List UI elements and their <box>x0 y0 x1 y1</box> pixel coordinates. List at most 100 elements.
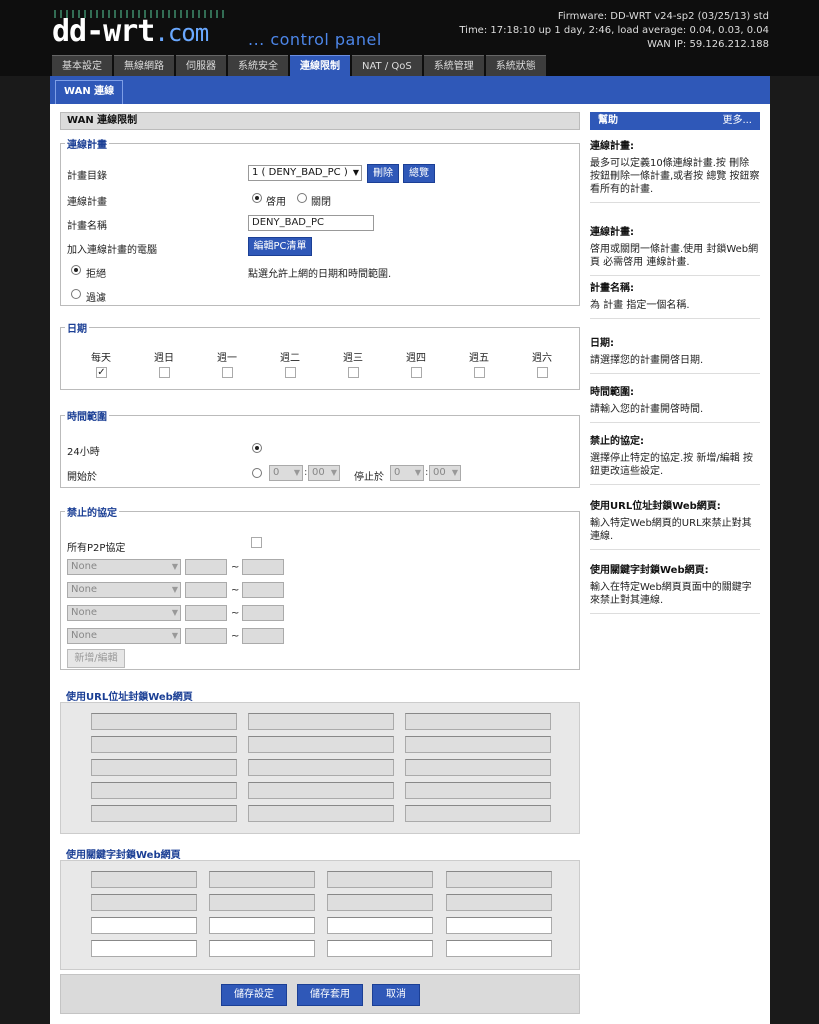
keyword-input[interactable] <box>91 917 197 934</box>
keyword-input[interactable] <box>209 940 315 957</box>
day-label: 週一 <box>217 353 237 364</box>
keyword-input[interactable] <box>91 940 197 957</box>
subtab-wan-access[interactable]: WAN 連線 <box>55 80 124 104</box>
disable-label: 關閉 <box>311 197 331 208</box>
day-checkbox[interactable] <box>222 367 233 378</box>
tab-setup[interactable]: 基本設定 <box>52 55 112 76</box>
summary-button[interactable]: 總覽 <box>403 164 435 183</box>
edit-pc-list-button[interactable]: 編輯PC清單 <box>248 237 312 256</box>
filter-label: 過濾 <box>86 293 106 304</box>
tab-wireless[interactable]: 無線網路 <box>114 55 174 76</box>
stop-minute-select[interactable]: 00 ▼ <box>429 465 461 481</box>
help-section-title: 日期: <box>590 338 614 349</box>
profile-select-value: 1 ( DENY_BAD_PC ) <box>252 167 348 178</box>
tab-services[interactable]: 伺服器 <box>176 55 226 76</box>
keyword-input[interactable] <box>209 871 315 888</box>
url-input[interactable] <box>248 805 394 822</box>
apply-settings-button[interactable]: 儲存套用 <box>297 984 363 1006</box>
url-input[interactable] <box>91 805 237 822</box>
keyword-input[interactable] <box>327 917 433 934</box>
keyword-input[interactable] <box>91 894 197 911</box>
h24-radio[interactable] <box>252 443 262 453</box>
keyword-input[interactable] <box>209 894 315 911</box>
time-colon: : <box>425 467 429 478</box>
day-label: 週二 <box>280 353 300 364</box>
service-select[interactable]: None ▼ <box>67 582 181 598</box>
cancel-button[interactable]: 取消 <box>372 984 420 1006</box>
help-section-title: 連線計畫: <box>590 227 634 238</box>
url-input[interactable] <box>405 782 551 799</box>
delete-button[interactable]: 刪除 <box>367 164 399 183</box>
url-input[interactable] <box>248 713 394 730</box>
keyword-input[interactable] <box>209 917 315 934</box>
url-input[interactable] <box>91 736 237 753</box>
url-input[interactable] <box>91 713 237 730</box>
service-select[interactable]: None ▼ <box>67 628 181 644</box>
disable-radio[interactable] <box>297 193 307 203</box>
port-end-input[interactable] <box>242 605 284 621</box>
url-input[interactable] <box>91 782 237 799</box>
start-minute-select[interactable]: 00 ▼ <box>308 465 340 481</box>
add-edit-service-button[interactable]: 新增/編輯 <box>67 649 125 668</box>
url-input[interactable] <box>405 805 551 822</box>
port-end-input[interactable] <box>242 628 284 644</box>
keyword-input[interactable] <box>446 940 552 957</box>
stop-hour-select[interactable]: 0 ▼ <box>390 465 424 481</box>
url-input[interactable] <box>91 759 237 776</box>
url-input[interactable] <box>248 782 394 799</box>
day-checkbox[interactable] <box>474 367 485 378</box>
keyword-input[interactable] <box>446 894 552 911</box>
url-input[interactable] <box>405 713 551 730</box>
chevron-down-icon: ▼ <box>414 468 421 477</box>
profile-select[interactable]: 1 ( DENY_BAD_PC ) ▼ <box>248 165 362 181</box>
policy-name-input[interactable]: DENY_BAD_PC <box>248 215 374 231</box>
tab-nat-qos[interactable]: NAT / QoS <box>352 55 422 76</box>
subtab-bar: WAN 連線 <box>50 76 770 104</box>
day-checkbox[interactable]: ✓ <box>96 367 107 378</box>
keyword-input[interactable] <box>327 940 433 957</box>
day-checkbox[interactable] <box>159 367 170 378</box>
tab-administration[interactable]: 系統管理 <box>423 55 484 76</box>
tab-access-restrictions[interactable]: 連線限制 <box>290 55 350 76</box>
url-input[interactable] <box>405 759 551 776</box>
url-input[interactable] <box>405 736 551 753</box>
port-start-input[interactable] <box>185 605 227 621</box>
filter-radio[interactable] <box>71 289 81 299</box>
port-start-input[interactable] <box>185 628 227 644</box>
chevron-down-icon: ▼ <box>352 168 359 177</box>
port-end-input[interactable] <box>242 582 284 598</box>
help-section-body: 為 計畫 指定一個名稱. <box>590 300 690 311</box>
day-checkbox[interactable] <box>285 367 296 378</box>
start-hour-select[interactable]: 0 ▼ <box>269 465 303 481</box>
keyword-input[interactable] <box>327 871 433 888</box>
url-input[interactable] <box>248 736 394 753</box>
service-select[interactable]: None ▼ <box>67 605 181 621</box>
port-start-input[interactable] <box>185 559 227 575</box>
enable-radio[interactable] <box>252 193 262 203</box>
service-select[interactable]: None ▼ <box>67 559 181 575</box>
port-start-input[interactable] <box>185 582 227 598</box>
range-separator: ~ <box>231 608 240 619</box>
day-checkbox[interactable] <box>411 367 422 378</box>
ddwrt-logo[interactable]: dd-wrt.com <box>52 10 242 49</box>
url-block-title: 使用URL位址封鎖Web網頁 <box>66 692 193 703</box>
deny-radio[interactable] <box>71 265 81 275</box>
day-checkbox[interactable] <box>348 367 359 378</box>
help-section-title: 時間範圍: <box>590 387 634 398</box>
time-range-radio[interactable] <box>252 468 262 478</box>
p2p-checkbox[interactable] <box>251 537 262 548</box>
tab-status[interactable]: 系統狀態 <box>485 55 546 76</box>
keyword-input[interactable] <box>327 894 433 911</box>
help-more-link[interactable]: 更多... <box>722 112 752 130</box>
keyword-input[interactable] <box>91 871 197 888</box>
save-button[interactable]: 儲存設定 <box>221 984 287 1006</box>
day-checkbox[interactable] <box>537 367 548 378</box>
port-end-input[interactable] <box>242 559 284 575</box>
service-select-value: None <box>71 584 98 595</box>
range-separator: ~ <box>231 585 240 596</box>
keyword-input[interactable] <box>446 917 552 934</box>
tab-security[interactable]: 系統安全 <box>228 55 288 76</box>
keyword-input[interactable] <box>446 871 552 888</box>
deny-label: 拒絕 <box>86 269 106 280</box>
url-input[interactable] <box>248 759 394 776</box>
